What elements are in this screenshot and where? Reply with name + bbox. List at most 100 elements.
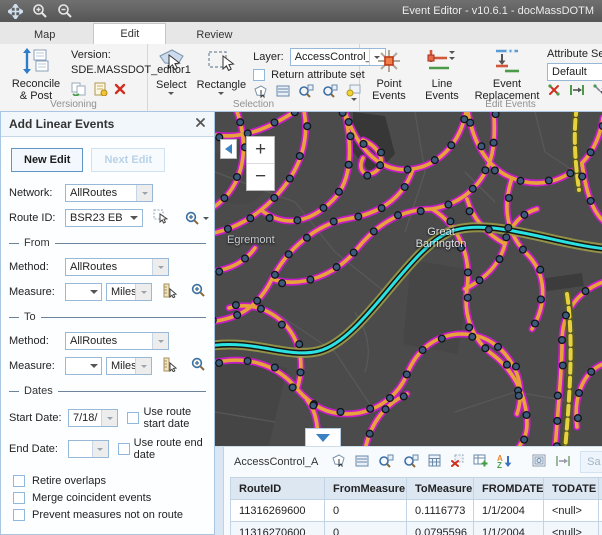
zoom-to-route-icon[interactable] — [185, 211, 209, 226]
cell-fromdate[interactable]: 1/1/2004 — [474, 522, 544, 535]
from-measure-on-map-icon[interactable] — [162, 283, 177, 301]
collapse-panel-button[interactable] — [220, 139, 237, 159]
delete-version-icon[interactable] — [114, 83, 126, 98]
network-dropdown[interactable]: AllRoutes — [65, 184, 153, 202]
add-linear-events-panel: Add Linear Events New Edit Next Edit Net… — [0, 112, 215, 535]
cell-routeid[interactable]: 11316270600 — [231, 522, 325, 535]
tab-edit[interactable]: Edit — [93, 23, 166, 44]
cell-todate[interactable]: <null> — [544, 500, 599, 522]
end-date-dropdown[interactable] — [68, 440, 109, 458]
table-clear-selection-icon[interactable] — [450, 454, 464, 470]
cell-access[interactable]: N — [599, 522, 602, 535]
reconcile-post-button[interactable]: Reconcile & Post — [5, 47, 67, 103]
table-sort-icon[interactable]: AZ — [497, 454, 512, 471]
cell-access[interactable]: N — [599, 500, 602, 522]
to-measure-label: Measure: — [9, 360, 61, 372]
table-zoom-to-selection-icon[interactable] — [378, 454, 394, 471]
cell-fromdate[interactable]: 1/1/2004 — [474, 500, 544, 522]
event-replacement-button[interactable]: Event Replacement — [471, 47, 543, 103]
zoom-out-icon[interactable] — [57, 3, 73, 19]
cell-routeid[interactable]: 11316269600 — [231, 500, 325, 522]
from-measure-dropdown[interactable] — [65, 283, 102, 301]
close-panel-icon[interactable] — [195, 117, 206, 131]
dates-section-separator: Dates — [9, 385, 206, 397]
to-zoom-icon[interactable] — [191, 357, 206, 375]
merge-events-icon[interactable] — [593, 84, 602, 99]
select-label: Select — [156, 79, 187, 91]
table-pan-to-selection-icon[interactable] — [403, 454, 419, 471]
select-button[interactable]: Select — [153, 47, 190, 96]
tab-review[interactable]: Review — [176, 25, 252, 44]
rectangle-select-label: Rectangle — [197, 79, 247, 91]
zoom-in-icon[interactable] — [32, 3, 48, 19]
table-calculate-icon[interactable] — [428, 454, 441, 470]
ribbon: Reconcile & Post Version: SDE.MASSDOT_ed… — [0, 44, 602, 112]
point-events-button[interactable]: Point Events — [365, 47, 413, 103]
from-unit-value: Miles — [107, 284, 135, 300]
save-button[interactable]: Sa — [580, 451, 602, 473]
use-route-start-label: Use route start date — [143, 406, 206, 430]
next-edit-button[interactable]: Next Edit — [91, 148, 165, 172]
col-access[interactable]: AC — [599, 478, 602, 500]
cell-tomeasure[interactable]: 0.0795596 — [407, 522, 474, 535]
cell-todate[interactable]: <null> — [544, 522, 599, 535]
return-attribute-set-checkbox[interactable] — [253, 69, 265, 81]
post-icon[interactable] — [93, 82, 108, 99]
table-translate-icon[interactable] — [555, 455, 571, 470]
table-select-polygon-icon[interactable] — [331, 454, 346, 470]
route-id-dropdown[interactable]: BSR23 EB — [65, 209, 143, 227]
retire-overlaps-checkbox[interactable] — [13, 475, 25, 487]
col-todate[interactable]: TODATE — [544, 478, 599, 500]
cell-frommeasure[interactable]: 0 — [325, 500, 407, 522]
to-method-dropdown[interactable]: AllRoutes — [65, 332, 169, 350]
selection-group-label: Selection — [148, 99, 359, 111]
col-tomeasure[interactable]: ToMeasure — [407, 478, 474, 500]
network-label: Network: — [9, 187, 61, 199]
reconcile-post-icon — [22, 48, 50, 77]
from-measure-label: Measure: — [9, 286, 61, 298]
use-route-start-checkbox[interactable] — [127, 412, 139, 424]
table-add-record-icon[interactable] — [473, 454, 488, 470]
to-unit-dropdown[interactable]: Miles — [106, 357, 152, 375]
attribute-set-dropdown[interactable]: Default — [547, 63, 602, 81]
new-edit-button[interactable]: New Edit — [11, 148, 83, 172]
cell-frommeasure[interactable]: 0 — [325, 522, 407, 535]
table-list-icon[interactable] — [355, 455, 369, 470]
col-routeid[interactable]: RouteID — [231, 478, 325, 500]
end-date-value — [69, 441, 92, 457]
map-zoom-out-button[interactable]: − — [247, 163, 274, 190]
merge-coincident-checkbox[interactable] — [13, 492, 25, 504]
tab-map[interactable]: Map — [14, 25, 75, 44]
line-events-button[interactable]: Line Events — [417, 47, 467, 103]
to-measure-on-map-icon[interactable] — [162, 357, 177, 375]
map-view[interactable]: Egremont GreatBarrington + − — [215, 112, 602, 446]
map-zoom-control: + − — [246, 136, 275, 191]
prevent-measures-checkbox[interactable] — [13, 509, 25, 521]
zoom-route-caret-icon — [203, 217, 209, 220]
split-event-icon[interactable] — [547, 84, 561, 99]
table-panel-scrollbar[interactable] — [215, 447, 224, 535]
translate-event-icon[interactable] — [569, 84, 585, 99]
table-note-icon[interactable] — [532, 454, 546, 470]
to-measure-dropdown[interactable] — [65, 357, 102, 375]
table-row[interactable]: 11316269600 0 0.1116773 1/1/2004 <null> … — [231, 500, 602, 522]
selection-list-icon[interactable] — [276, 85, 290, 100]
pan-icon[interactable] — [8, 4, 23, 19]
table-row[interactable]: 11316270600 0 0.0795596 1/1/2004 <null> … — [231, 522, 602, 535]
from-method-dropdown[interactable]: AllRoutes — [65, 258, 169, 276]
from-unit-dropdown[interactable]: Miles — [106, 283, 152, 301]
reconcile-icon[interactable] — [71, 82, 87, 99]
panel-title: Add Linear Events — [9, 117, 195, 131]
route-id-caret-icon — [127, 210, 142, 226]
use-route-end-checkbox[interactable] — [118, 443, 130, 455]
col-fromdate[interactable]: FROMDATE — [474, 478, 544, 500]
map-zoom-in-button[interactable]: + — [247, 137, 274, 163]
col-frommeasure[interactable]: FromMeasure — [325, 478, 407, 500]
select-route-on-map-icon[interactable] — [153, 209, 169, 227]
start-date-dropdown[interactable]: 7/18/ — [68, 409, 118, 427]
cell-tomeasure[interactable]: 0.1116773 — [407, 500, 474, 522]
from-zoom-icon[interactable] — [191, 283, 206, 301]
collapse-table-button[interactable] — [305, 428, 341, 446]
start-date-caret-icon — [101, 410, 117, 426]
rectangle-select-button[interactable]: Rectangle — [194, 47, 250, 96]
